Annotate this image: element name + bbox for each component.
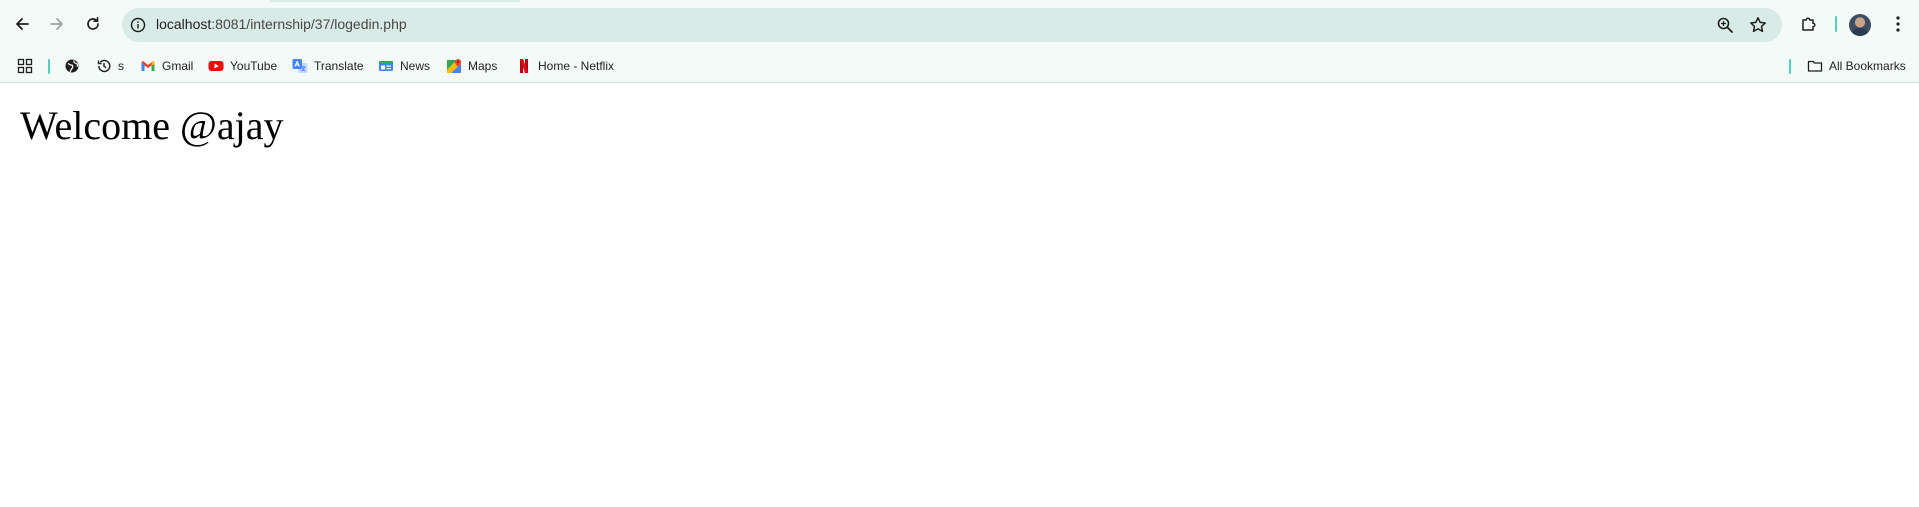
netflix-icon [516,58,532,74]
tab-strip-edge [270,0,520,2]
bookmark-youtube[interactable]: YouTube [208,54,277,78]
maps-icon [446,58,462,74]
translate-icon [292,58,308,74]
bookmark-label: s [118,59,124,73]
bookmark-news[interactable]: News [378,54,430,78]
toolbar-separator [1835,16,1837,32]
bookmark-globe[interactable] [64,54,86,78]
url-text[interactable]: localhost:8081/internship/37/logedin.php [156,16,407,32]
bookmark-label: Maps [468,59,498,73]
bookmark-label: YouTube [230,59,278,73]
apps-grid-icon [17,58,33,74]
bookmarks-bar: s Gmail YouTube Translate News Maps Home… [0,50,1919,83]
bookmark-maps[interactable]: Maps [446,54,497,78]
browser-toolbar: localhost:8081/internship/37/logedin.php [0,0,1919,50]
welcome-heading: Welcome @ajay [20,103,284,148]
bookmark-s[interactable]: s [96,54,124,78]
reload-button[interactable] [80,11,106,37]
folder-icon [1807,58,1823,74]
gmail-icon [140,58,156,74]
browser-menu-button[interactable] [1886,12,1910,36]
star-icon[interactable] [1749,16,1767,34]
bookmarks-right-separator [1789,59,1791,74]
apps-button[interactable] [17,54,39,78]
bookmark-label: Translate [314,59,364,73]
forward-button[interactable] [44,11,70,37]
page-content: Welcome @ajay [0,83,1919,507]
reload-icon [87,16,99,30]
zoom-in-icon[interactable] [1716,16,1734,34]
puzzle-icon [1802,17,1816,31]
arrow-left-icon [16,18,29,30]
kebab-menu-icon [1896,16,1900,32]
bookmark-translate[interactable]: Translate [292,54,364,78]
globe-icon [64,58,80,74]
bookmark-label: News [400,59,431,73]
extensions-button[interactable] [1797,12,1821,36]
news-icon [378,58,394,74]
arrow-right-icon [50,18,63,30]
bookmarks-separator [48,59,50,74]
youtube-icon [208,58,224,74]
bookmark-label: Home - Netflix [538,59,615,73]
all-bookmarks-button[interactable]: All Bookmarks [1807,54,1906,78]
address-bar[interactable]: localhost:8081/internship/37/logedin.php [122,8,1782,42]
history-icon [96,58,112,74]
url-host: localhost [156,16,212,32]
bookmark-netflix[interactable]: Home - Netflix [516,54,614,78]
profile-avatar[interactable] [1849,14,1871,36]
all-bookmarks-label: All Bookmarks [1829,59,1906,73]
back-button[interactable] [9,11,35,37]
browser-window: localhost:8081/internship/37/logedin.php [0,0,1919,507]
info-icon[interactable] [130,17,146,33]
bookmark-gmail[interactable]: Gmail [140,54,193,78]
bookmark-label: Gmail [162,59,194,73]
url-path: :8081/internship/37/logedin.php [211,16,407,32]
